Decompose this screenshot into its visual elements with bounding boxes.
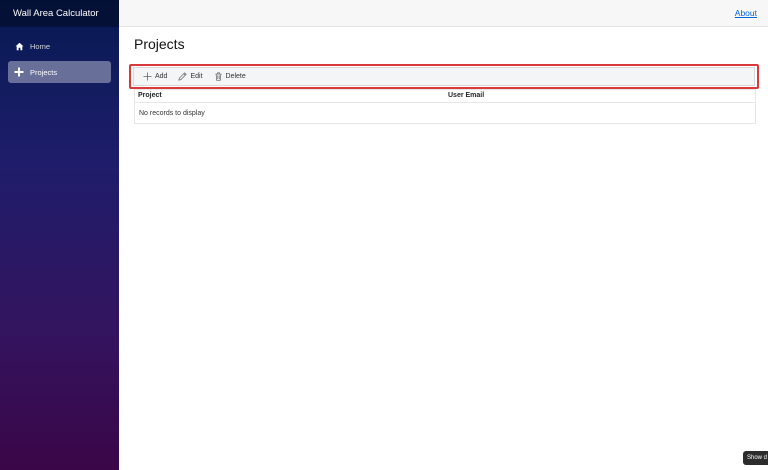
edit-button-label: Edit — [190, 73, 203, 80]
column-header-project[interactable]: Project — [138, 92, 162, 99]
sidebar-item-label: Home — [30, 41, 51, 51]
projects-grid: Project User Email No records to display — [134, 89, 756, 124]
plus-icon — [143, 72, 152, 81]
column-header-user-email[interactable]: User Email — [448, 92, 484, 99]
home-icon — [14, 41, 24, 51]
show-details-tab[interactable]: Show d — [743, 451, 768, 465]
empty-message: No records to display — [139, 110, 205, 117]
add-button-label: Add — [155, 73, 168, 80]
sidebar-item-home[interactable]: Home — [8, 35, 111, 57]
nav-menu: Home Projects — [0, 27, 119, 83]
about-link[interactable]: About — [735, 8, 757, 18]
main-content: Projects Add Edit Delete Project User Em… — [129, 27, 759, 124]
delete-button-label: Delete — [225, 73, 246, 80]
grid-toolbar: Add Edit Delete — [133, 67, 755, 86]
edit-button[interactable]: Edit — [178, 72, 203, 81]
brand-bar: Wall Area Calculator — [0, 0, 119, 27]
pencil-icon — [178, 72, 188, 81]
delete-button[interactable]: Delete — [214, 72, 246, 81]
top-bar: About — [119, 0, 768, 27]
grid-header: Project User Email — [135, 90, 755, 103]
add-button[interactable]: Add — [143, 72, 167, 81]
sidebar-item-label: Projects — [30, 67, 58, 77]
page-title: Projects — [134, 36, 185, 52]
trash-icon — [214, 72, 223, 81]
app-title[interactable]: Wall Area Calculator — [13, 8, 99, 19]
sidebar: Wall Area Calculator Home Projects — [0, 0, 119, 470]
sidebar-item-projects[interactable]: Projects — [8, 61, 111, 83]
plus-icon — [14, 67, 24, 77]
